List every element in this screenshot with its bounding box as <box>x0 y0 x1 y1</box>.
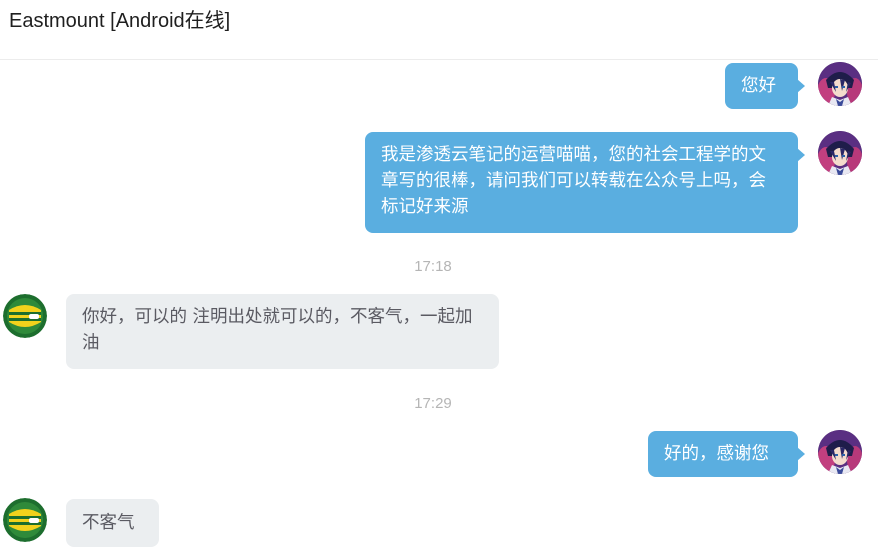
anime-avatar-icon[interactable] <box>818 62 862 106</box>
message-text: 好的，感谢您 <box>664 444 769 464</box>
message-bubble-sent[interactable]: 好的，感谢您 <box>648 431 805 477</box>
chat-title: Eastmount [Android在线] <box>9 10 231 32</box>
timestamp: 17:29 <box>414 395 452 412</box>
anime-avatar-icon[interactable] <box>818 430 862 474</box>
message-bubble-received[interactable]: 不客气 <box>66 499 159 547</box>
anime-avatar-icon[interactable] <box>818 131 862 175</box>
message-bubble-sent[interactable]: 您好 <box>725 63 805 109</box>
message-text: 你好，可以的 注明出处就可以的，不客气，一起加油 <box>82 307 473 353</box>
chat-header: Eastmount [Android在线] <box>0 0 878 60</box>
message-list[interactable]: 您好 我是渗透云笔记的运营喵喵，您的社会工程学的文章写的很棒，请问我们可以转载在… <box>0 60 878 555</box>
message-text: 不客气 <box>82 513 135 533</box>
message-text: 您好 <box>741 76 776 96</box>
green-yellow-logo-icon[interactable] <box>3 294 47 338</box>
timestamp: 17:18 <box>414 258 452 275</box>
message-bubble-received[interactable]: 你好，可以的 注明出处就可以的，不客气，一起加油 <box>66 294 499 369</box>
green-yellow-logo-icon[interactable] <box>3 498 47 542</box>
message-bubble-sent[interactable]: 我是渗透云笔记的运营喵喵，您的社会工程学的文章写的很棒，请问我们可以转载在公众号… <box>365 132 805 233</box>
message-text: 我是渗透云笔记的运营喵喵，您的社会工程学的文章写的很棒，请问我们可以转载在公众号… <box>381 145 766 217</box>
